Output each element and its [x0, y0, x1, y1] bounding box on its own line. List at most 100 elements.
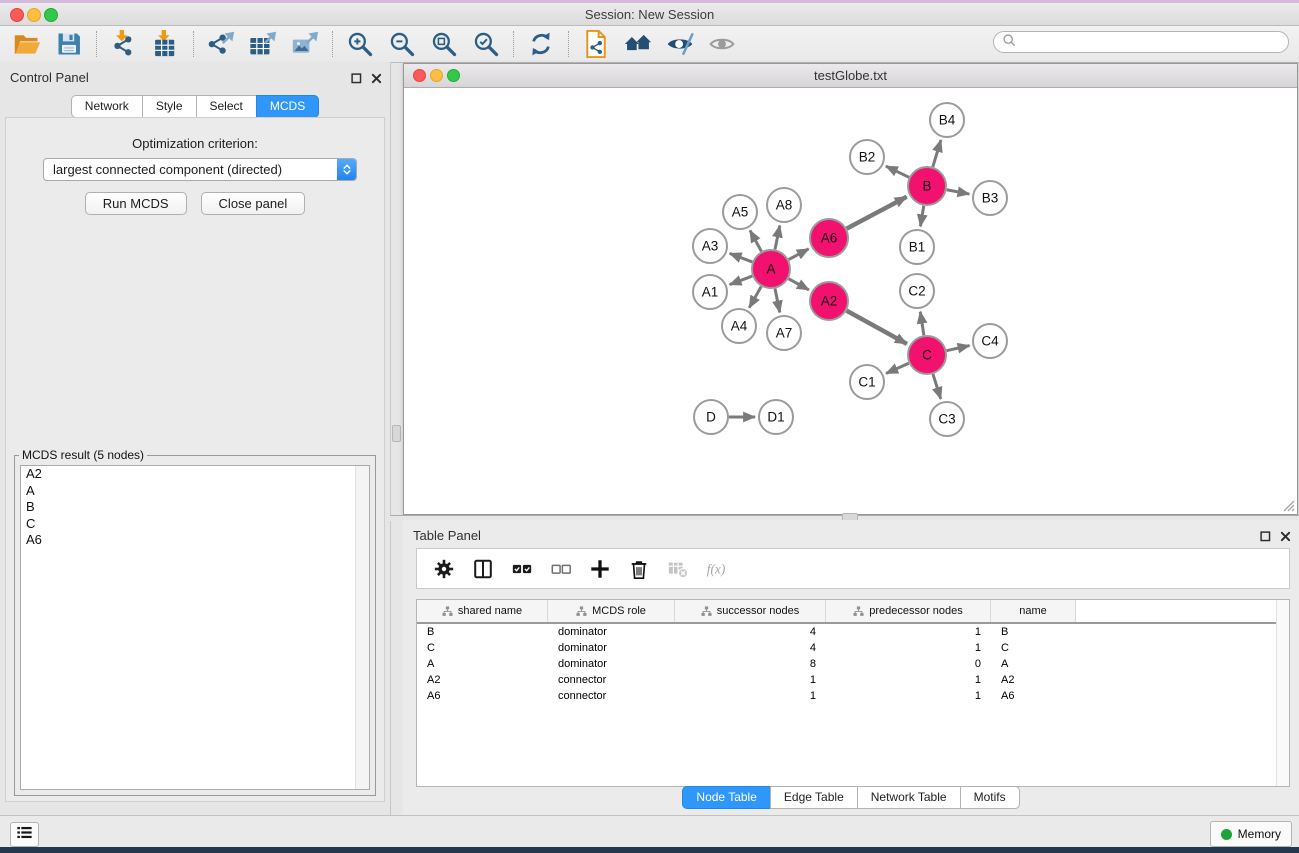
edge-A-A4[interactable]: [749, 286, 761, 307]
column-header-shared-name[interactable]: shared name: [417, 600, 548, 622]
task-history-button[interactable]: [10, 822, 39, 847]
cell[interactable]: 4: [675, 642, 826, 654]
node-A5[interactable]: A5: [723, 195, 757, 229]
node-A3[interactable]: A3: [693, 229, 727, 263]
column-header-MCDS-role[interactable]: MCDS role: [548, 600, 675, 622]
cell[interactable]: connector: [548, 674, 675, 686]
result-scrollbar[interactable]: [355, 466, 369, 789]
cell[interactable]: dominator: [548, 658, 675, 670]
search-input[interactable]: [1021, 34, 1280, 50]
deselect-all-icon[interactable]: [550, 558, 572, 580]
edge-B-B4[interactable]: [933, 140, 941, 167]
network-canvas[interactable]: B4B2BB3A8A5A6A3B1AA1C2A2A4A7C4CC1C3DD1: [404, 88, 1297, 514]
node-B1[interactable]: B1: [900, 230, 934, 264]
column-header-predecessor-nodes[interactable]: predecessor nodes: [826, 600, 991, 622]
zoom-in-icon[interactable]: [345, 29, 375, 59]
node-table[interactable]: shared nameMCDS rolesuccessor nodesprede…: [416, 599, 1290, 787]
tab-mcds[interactable]: MCDS: [256, 95, 319, 118]
edge-A-A5[interactable]: [750, 230, 761, 251]
zoom-fit-icon[interactable]: [429, 29, 459, 59]
node-B3[interactable]: B3: [973, 181, 1007, 215]
table-tab-network-table[interactable]: Network Table: [857, 786, 961, 809]
cell[interactable]: 8: [675, 658, 826, 670]
edge-A6-B[interactable]: [847, 197, 907, 229]
search-box[interactable]: [993, 31, 1289, 53]
node-C4[interactable]: C4: [973, 324, 1007, 358]
result-item[interactable]: A2: [21, 466, 369, 483]
network-graph[interactable]: B4B2BB3A8A5A6A3B1AA1C2A2A4A7C4CC1C3DD1: [404, 88, 1297, 514]
cell[interactable]: C: [991, 642, 1076, 654]
cell[interactable]: C: [417, 642, 548, 654]
cell[interactable]: B: [417, 626, 548, 638]
zoom-selected-icon[interactable]: [471, 29, 501, 59]
cell[interactable]: 1: [826, 642, 991, 654]
vertical-splitter-handle[interactable]: [392, 425, 401, 442]
memory-button[interactable]: Memory: [1210, 821, 1292, 847]
edge-C-C2[interactable]: [920, 312, 924, 335]
result-item[interactable]: A: [21, 483, 369, 500]
node-A2[interactable]: A2: [810, 282, 848, 320]
tab-network[interactable]: Network: [71, 95, 143, 118]
node-A4[interactable]: A4: [722, 309, 756, 343]
node-A1[interactable]: A1: [693, 275, 727, 309]
node-B4[interactable]: B4: [930, 103, 964, 137]
cell[interactable]: A: [991, 658, 1076, 670]
cell[interactable]: 1: [826, 674, 991, 686]
table-row[interactable]: A2connector11A2: [417, 672, 1289, 688]
column-header-name[interactable]: name: [991, 600, 1076, 622]
edge-C-C4[interactable]: [947, 346, 970, 351]
refresh-network-icon[interactable]: [526, 29, 556, 59]
node-A[interactable]: A: [752, 250, 790, 288]
cell[interactable]: connector: [548, 690, 675, 702]
cell[interactable]: 1: [826, 626, 991, 638]
edge-A-A8[interactable]: [775, 226, 780, 250]
close-panel-button[interactable]: Close panel: [201, 192, 306, 215]
cell[interactable]: 1: [675, 690, 826, 702]
node-C1[interactable]: C1: [850, 365, 884, 399]
cell[interactable]: A2: [991, 674, 1076, 686]
edge-A-A6[interactable]: [789, 249, 809, 260]
table-tab-edge-table[interactable]: Edge Table: [770, 786, 858, 809]
hide-graphics-details-icon[interactable]: [665, 29, 695, 59]
home-icon[interactable]: [623, 29, 653, 59]
node-B[interactable]: B: [908, 167, 946, 205]
float-panel-icon[interactable]: [1260, 529, 1271, 547]
node-A7[interactable]: A7: [767, 316, 801, 350]
tab-select[interactable]: Select: [196, 95, 257, 118]
cell[interactable]: A6: [991, 690, 1076, 702]
close-panel-icon[interactable]: [371, 71, 382, 89]
cell[interactable]: A2: [417, 674, 548, 686]
edge-A-A7[interactable]: [775, 289, 780, 313]
cell[interactable]: A6: [417, 690, 548, 702]
import-network-icon[interactable]: [109, 29, 139, 59]
close-panel-icon[interactable]: [1280, 529, 1291, 547]
node-C2[interactable]: C2: [900, 274, 934, 308]
cell[interactable]: 0: [826, 658, 991, 670]
cell[interactable]: 1: [826, 690, 991, 702]
table-row[interactable]: Cdominator41C: [417, 640, 1289, 656]
export-image-icon[interactable]: [290, 29, 320, 59]
cell[interactable]: 4: [675, 626, 826, 638]
edge-C-C1[interactable]: [886, 363, 909, 373]
float-panel-icon[interactable]: [351, 71, 362, 89]
result-item[interactable]: A6: [21, 532, 369, 549]
tab-style[interactable]: Style: [142, 95, 197, 118]
node-C[interactable]: C: [908, 336, 946, 374]
add-icon[interactable]: [589, 558, 611, 580]
select-all-icon[interactable]: [511, 558, 533, 580]
table-scrollbar[interactable]: [1276, 600, 1289, 786]
run-mcds-button[interactable]: Run MCDS: [85, 192, 187, 215]
table-tab-node-table[interactable]: Node Table: [682, 786, 771, 809]
edge-C-C3[interactable]: [933, 374, 941, 399]
mcds-result-list[interactable]: A2ABCA6: [20, 465, 370, 790]
resize-grip-icon[interactable]: [1282, 499, 1295, 512]
table-row[interactable]: Bdominator41B: [417, 624, 1289, 640]
save-session-icon[interactable]: [54, 29, 84, 59]
criterion-select[interactable]: largest connected component (directed): [43, 158, 357, 181]
edge-B-B1[interactable]: [920, 206, 923, 227]
delete-icon[interactable]: [628, 558, 650, 580]
edge-A2-C[interactable]: [847, 311, 907, 344]
export-network-icon[interactable]: [206, 29, 236, 59]
zoom-out-icon[interactable]: [387, 29, 417, 59]
network-window-titlebar[interactable]: testGlobe.txt: [404, 64, 1297, 88]
